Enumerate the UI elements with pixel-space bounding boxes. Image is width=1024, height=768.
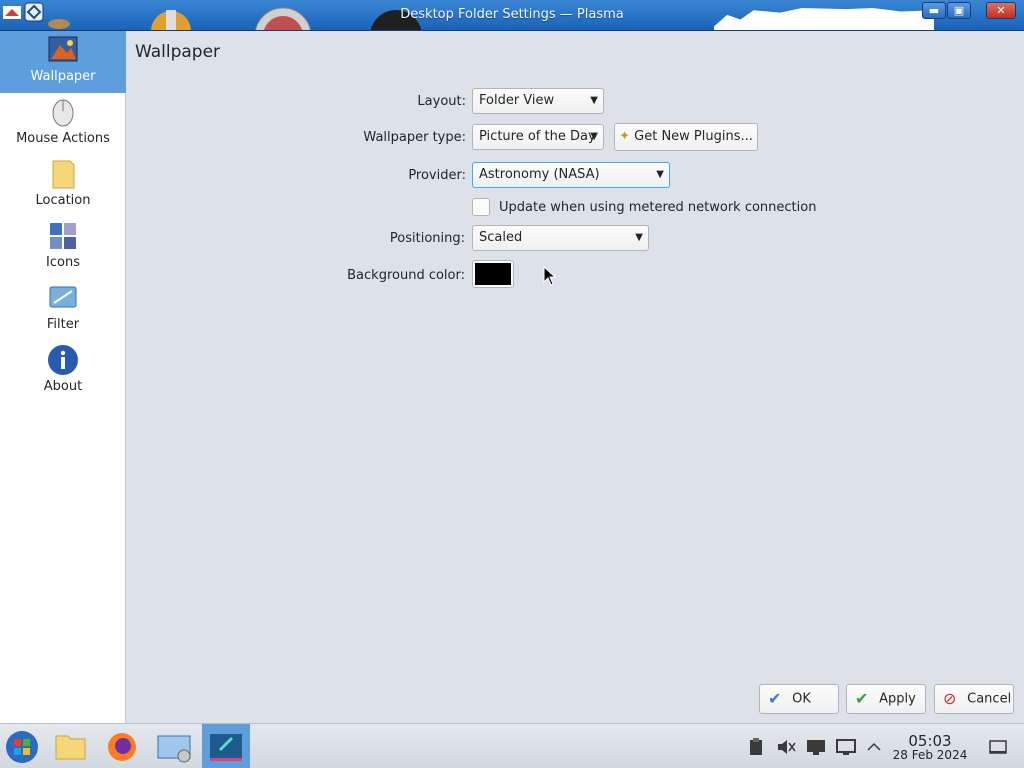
sidebar-item-filter[interactable]: Filter: [0, 279, 126, 341]
layout-value: Folder View: [479, 93, 555, 108]
plasma-settings-icon: [210, 734, 242, 761]
wallpaper-type-label: Wallpaper type:: [363, 130, 466, 145]
apply-button[interactable]: ✔ Apply: [846, 684, 926, 714]
window-title: Desktop Folder Settings — Plasma: [400, 7, 624, 22]
provider-select[interactable]: Astronomy (NASA) ▼: [472, 162, 670, 188]
chevron-down-icon: ▼: [656, 169, 664, 180]
file-manager-icon[interactable]: [46, 724, 94, 768]
color-swatch: [475, 263, 511, 285]
mouse-cursor-icon: [543, 266, 557, 286]
folder-icon: [52, 160, 75, 189]
show-desktop-icon[interactable]: [988, 737, 1008, 757]
display-icon[interactable]: [806, 737, 826, 757]
get-new-plugins-label: Get New Plugins...: [634, 129, 753, 144]
provider-label: Provider:: [408, 168, 466, 183]
cancel-label: Cancel: [967, 691, 1012, 707]
maximize-button[interactable]: ▣: [947, 2, 971, 19]
clock-date[interactable]: 28 Feb 2024: [890, 748, 970, 762]
plasma-settings-task[interactable]: [202, 724, 250, 768]
download-icon: ✦: [619, 129, 630, 144]
checkmark-icon: ✔: [768, 689, 782, 708]
ok-label: OK: [792, 691, 811, 707]
sidebar: Wallpaper Mouse Actions Location Icons F…: [0, 31, 126, 723]
filter-icon: [49, 286, 77, 308]
cancel-icon: ⊘: [943, 689, 957, 708]
network-icon[interactable]: [836, 737, 856, 757]
volume-muted-icon[interactable]: [776, 737, 796, 757]
positioning-label: Positioning:: [389, 231, 465, 246]
firefox-icon[interactable]: [98, 724, 146, 768]
sidebar-item-label: Location: [35, 193, 91, 208]
system-settings-icon[interactable]: [150, 724, 198, 768]
sidebar-item-mouse-actions[interactable]: Mouse Actions: [0, 93, 126, 155]
close-button[interactable]: ✕: [986, 2, 1016, 19]
chevron-down-icon: ▼: [635, 232, 643, 243]
background-color-button[interactable]: [472, 260, 514, 288]
sidebar-item-wallpaper[interactable]: Wallpaper: [0, 31, 126, 93]
sidebar-item-icons[interactable]: Icons: [0, 217, 126, 279]
positioning-select[interactable]: Scaled ▼: [472, 225, 649, 251]
sidebar-item-location[interactable]: Location: [0, 155, 126, 217]
wallpaper-type-select[interactable]: Picture of the Day ▼: [472, 124, 604, 150]
main-panel: Wallpaper Layout: Folder View ▼ Wallpape…: [127, 31, 1024, 723]
sidebar-item-label: About: [43, 379, 83, 394]
info-icon: [48, 345, 78, 375]
taskbar: 05:03 28 Feb 2024: [0, 723, 1024, 768]
checkmark-icon: ✔: [855, 689, 869, 708]
expand-tray-icon[interactable]: [864, 737, 884, 757]
minimize-button[interactable]: ▬: [922, 2, 946, 19]
background-color-label: Background color:: [347, 268, 465, 283]
layout-label: Layout:: [417, 94, 466, 109]
ok-button[interactable]: ✔ OK: [759, 684, 839, 714]
start-menu-icon[interactable]: [0, 724, 48, 768]
sidebar-item-label: Mouse Actions: [16, 131, 110, 146]
wallpaper-icon: [48, 36, 78, 62]
apply-label: Apply: [879, 691, 916, 707]
sidebar-item-label: Wallpaper: [30, 69, 96, 84]
metered-connection-checkbox[interactable]: [472, 198, 490, 216]
wallpaper-type-value: Picture of the Day: [479, 129, 596, 144]
clipboard-icon[interactable]: [746, 737, 766, 757]
chevron-down-icon: ▼: [590, 95, 598, 106]
metered-connection-label[interactable]: Update when using metered network connec…: [499, 200, 829, 215]
window-titlebar[interactable]: Desktop Folder Settings — Plasma ▬ ▣ ✕: [0, 0, 1024, 31]
positioning-value: Scaled: [479, 230, 523, 245]
sidebar-item-about[interactable]: About: [0, 341, 126, 403]
sidebar-item-label: Filter: [46, 317, 80, 332]
get-new-plugins-button[interactable]: ✦ Get New Plugins...: [614, 123, 758, 151]
chevron-down-icon: ▼: [590, 131, 598, 142]
layout-select[interactable]: Folder View ▼: [472, 88, 604, 114]
cancel-button[interactable]: ⊘ Cancel: [934, 684, 1014, 714]
page-title: Wallpaper: [135, 42, 221, 62]
mouse-icon: [52, 99, 74, 127]
icons-icon: [50, 223, 76, 249]
provider-value: Astronomy (NASA): [479, 167, 600, 182]
sidebar-item-label: Icons: [46, 255, 80, 270]
